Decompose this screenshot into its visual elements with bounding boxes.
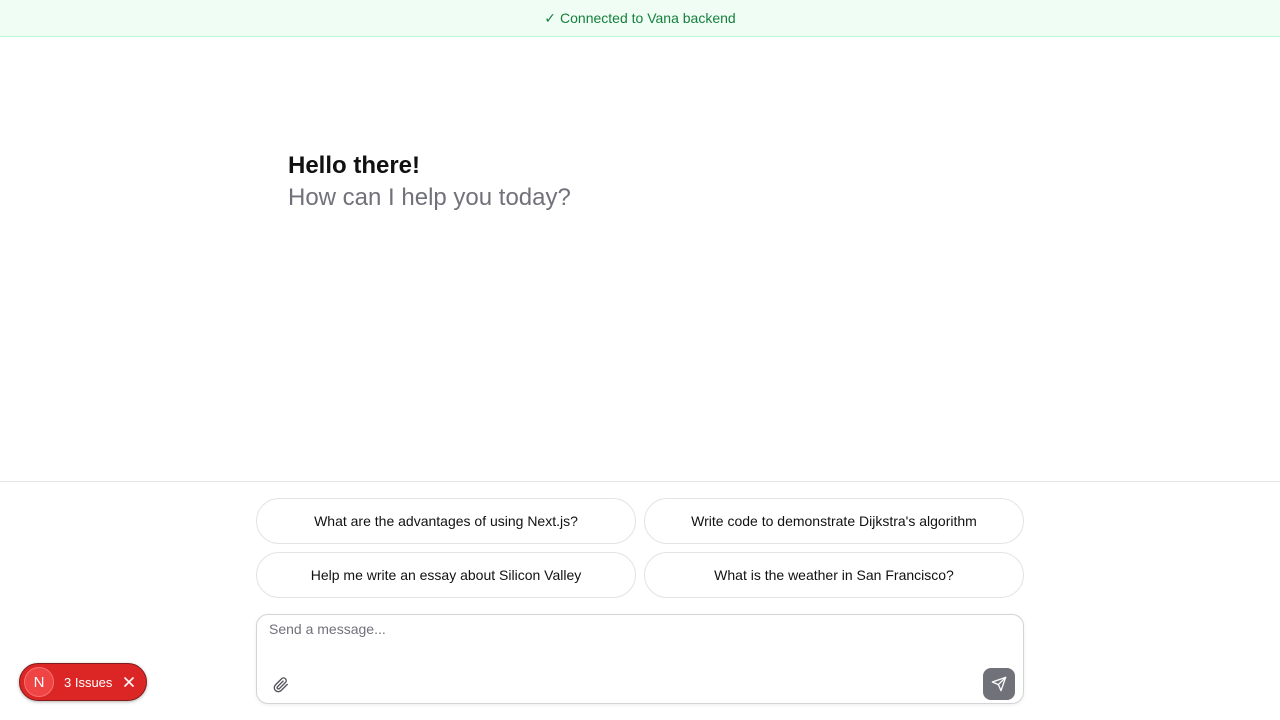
- connection-status-text: Connected to Vana backend: [560, 10, 736, 26]
- send-button[interactable]: [983, 668, 1015, 700]
- suggestion-button[interactable]: What is the weather in San Francisco?: [644, 552, 1024, 598]
- suggestion-button[interactable]: What are the advantages of using Next.js…: [256, 498, 636, 544]
- paperclip-icon[interactable]: [271, 675, 291, 695]
- suggestion-label: What are the advantages of using Next.js…: [314, 513, 578, 529]
- connection-status-banner: ✓ Connected to Vana backend: [0, 0, 1280, 37]
- greeting-title: Hello there!: [288, 152, 421, 179]
- dev-issues-badge: N 3 Issues: [19, 663, 147, 701]
- greeting-subtitle: How can I help you today?: [288, 184, 571, 211]
- suggested-actions: What are the advantages of using Next.js…: [256, 498, 1024, 598]
- suggestion-label: What is the weather in San Francisco?: [714, 567, 954, 583]
- greeting: Hello there! How can I help you today?: [288, 150, 571, 214]
- divider: [0, 481, 1280, 482]
- suggestion-label: Write code to demonstrate Dijkstra's alg…: [691, 513, 977, 529]
- suggestion-label: Help me write an essay about Silicon Val…: [310, 567, 582, 583]
- check-icon: ✓: [544, 9, 557, 26]
- message-input[interactable]: [269, 621, 1009, 665]
- nextjs-logo-icon[interactable]: N: [24, 667, 54, 697]
- suggestion-button[interactable]: Help me write an essay about Silicon Val…: [256, 552, 636, 598]
- suggestion-button[interactable]: Write code to demonstrate Dijkstra's alg…: [644, 498, 1024, 544]
- message-composer: [256, 614, 1024, 704]
- send-icon: [991, 676, 1007, 692]
- issues-count[interactable]: 3 Issues: [64, 675, 112, 690]
- close-icon[interactable]: [122, 675, 136, 689]
